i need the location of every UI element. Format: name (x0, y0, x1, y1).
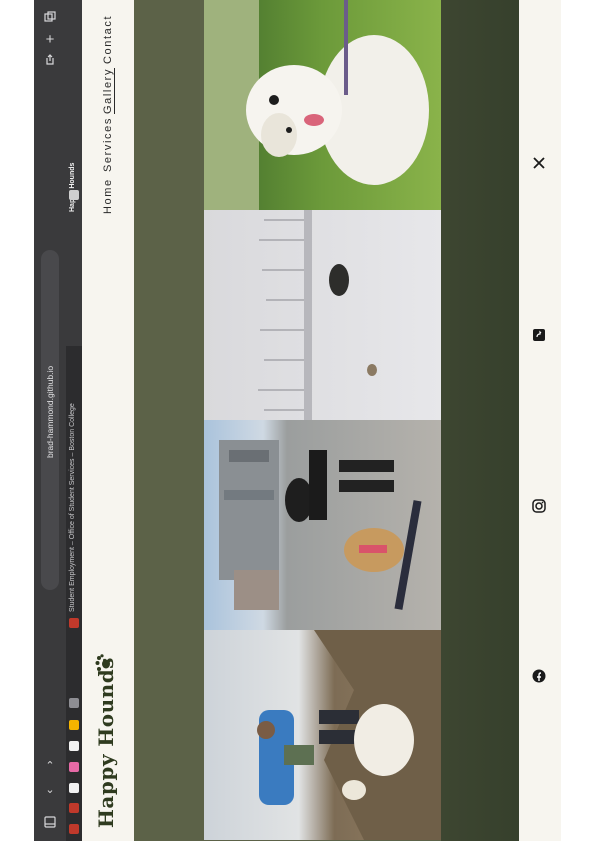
new-tab-icon[interactable]: + (43, 31, 57, 48)
bookmark-favicon[interactable] (69, 803, 79, 813)
brand-title[interactable]: Happy Hounds (94, 657, 118, 828)
bc-favicon[interactable] (69, 618, 79, 628)
gallery-photo-dog-grass[interactable] (204, 0, 441, 210)
nav-gallery[interactable]: Gallery (102, 67, 115, 114)
gallery-photo-hiker[interactable] (204, 630, 441, 840)
chevron-down-icon[interactable]: ⌄ (43, 782, 57, 796)
bookmark-favicon[interactable] (69, 824, 79, 834)
sidebar-icon[interactable] (43, 815, 57, 829)
paw-icon (94, 654, 114, 674)
tiktok-icon[interactable] (529, 325, 549, 345)
gallery-photo-skate-city[interactable] (204, 420, 441, 630)
bookmark-favicon[interactable] (69, 741, 79, 751)
url-text: brad-hammond.github.io (45, 365, 55, 458)
right-rail (561, 0, 594, 841)
bookmark-favicon[interactable] (69, 783, 79, 793)
site-tab-label: Happy Hounds (69, 162, 76, 212)
facebook-icon[interactable] (529, 666, 549, 686)
nav-home[interactable]: Home (102, 178, 114, 214)
gallery (204, 0, 441, 841)
site-favicon (69, 190, 79, 200)
tab-strip: Happy Hounds Student Employment – Office… (66, 0, 82, 841)
x-icon[interactable] (529, 153, 549, 173)
chevron-up-icon[interactable]: ⌃ (43, 758, 57, 772)
footer (519, 0, 561, 841)
nav-services[interactable]: Services (102, 117, 114, 172)
bookmark-favicon[interactable] (69, 698, 79, 708)
content-band (441, 0, 519, 841)
hero-band (134, 0, 204, 841)
browser-toolbar: + ↻ brad-hammond.github.io ⌃ ⌄ (34, 0, 66, 841)
tab-label: Student Employment – Office of Student S… (69, 403, 76, 612)
site-header: Home Services Gallery Contact Happy Houn… (82, 0, 134, 841)
instagram-icon[interactable] (529, 496, 549, 516)
gallery-photo-snow-field[interactable] (204, 210, 441, 420)
tabs-overview-icon[interactable] (43, 10, 57, 24)
bookmark-favicon[interactable] (69, 720, 79, 730)
bookmark-favicon[interactable] (69, 762, 79, 772)
nav-contact[interactable]: Contact (102, 15, 114, 64)
share-icon[interactable] (43, 53, 57, 67)
left-rail (0, 0, 34, 841)
